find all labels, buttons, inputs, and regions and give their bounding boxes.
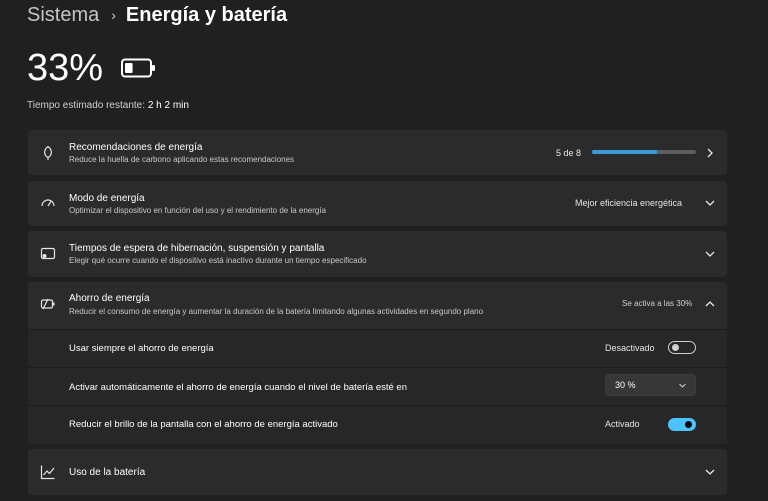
battery-percent: 33%	[27, 47, 104, 89]
brightness-state: Activado	[605, 419, 640, 429]
battery-saver-icon	[40, 298, 55, 310]
chevron-up-icon[interactable]	[704, 298, 716, 310]
time-remaining-label: Tiempo estimado restante:	[27, 100, 146, 111]
battery-usage-row[interactable]: Uso de la batería	[28, 449, 727, 495]
recommendations-subtitle: Reduce la huella de carbono aplicando es…	[69, 155, 295, 164]
breadcrumb: Sistema › Energía y batería	[27, 2, 287, 28]
auto-saver-label: Activar automáticamente el ahorro de ene…	[69, 382, 407, 393]
screen-sleep-icon	[40, 247, 56, 260]
divider	[28, 405, 727, 406]
recommendations-count: 5 de 8	[556, 148, 582, 158]
sleep-row[interactable]: Tiempos de espera de hibernación, suspen…	[28, 231, 727, 277]
battery-saver-subtitle: Reducir el consumo de energía y aumentar…	[69, 307, 484, 316]
always-saver-state: Desactivado	[605, 343, 655, 353]
chevron-down-icon	[679, 383, 686, 388]
auto-saver-threshold-value: 30 %	[615, 380, 636, 390]
chevron-down-icon[interactable]	[704, 466, 716, 478]
battery-saver-title: Ahorro de energía	[69, 293, 150, 304]
recommendations-progress-fill	[592, 150, 657, 154]
toggle-knob	[685, 421, 692, 428]
leaf-icon	[44, 145, 52, 160]
battery-icon	[121, 58, 157, 83]
always-saver-row: Usar siempre el ahorro de energía Desact…	[28, 330, 727, 367]
always-saver-label: Usar siempre el ahorro de energía	[69, 343, 214, 354]
chevron-right-icon	[707, 148, 713, 158]
power-mode-title: Modo de energía	[69, 193, 145, 204]
chevron-down-icon[interactable]	[704, 248, 716, 260]
time-remaining-value: 2 h 2 min	[147, 100, 189, 111]
chevron-down-icon[interactable]	[704, 197, 716, 209]
page-title: Energía y batería	[125, 3, 288, 26]
battery-saver-row[interactable]: Ahorro de energía Reducir el consumo de …	[28, 282, 727, 329]
sleep-title: Tiempos de espera de hibernación, suspen…	[69, 243, 325, 254]
battery-usage-title: Uso de la batería	[69, 467, 146, 478]
brightness-label: Reducir el brillo de la pantalla con el …	[69, 419, 338, 430]
divider	[28, 367, 727, 368]
chart-line-icon	[40, 465, 55, 480]
auto-saver-threshold-dropdown[interactable]: 30 %	[605, 374, 696, 396]
breadcrumb-parent[interactable]: Sistema	[27, 4, 99, 27]
power-mode-value[interactable]: Mejor eficiencia energética	[575, 198, 682, 208]
recommendations-progress	[592, 150, 696, 154]
power-mode-row[interactable]: Modo de energía Optimizar el dispositivo…	[28, 181, 727, 226]
toggle-knob	[672, 344, 679, 351]
breadcrumb-separator: ›	[111, 7, 116, 23]
power-mode-subtitle: Optimizar el dispositivo en función del …	[69, 206, 327, 215]
recommendations-title: Recomendaciones de energía	[69, 142, 203, 153]
gauge-icon	[41, 199, 55, 207]
brightness-row: Reducir el brillo de la pantalla con el …	[28, 406, 727, 443]
always-saver-toggle[interactable]	[668, 341, 696, 354]
sleep-subtitle: Elegir qué ocurre cuando el dispositivo …	[69, 256, 367, 265]
time-remaining: Tiempo estimado restante: 2 h 2 min	[27, 100, 189, 111]
divider	[28, 329, 727, 330]
brightness-toggle[interactable]	[668, 418, 696, 431]
battery-saver-status: Se activa a las 30%	[622, 299, 693, 308]
